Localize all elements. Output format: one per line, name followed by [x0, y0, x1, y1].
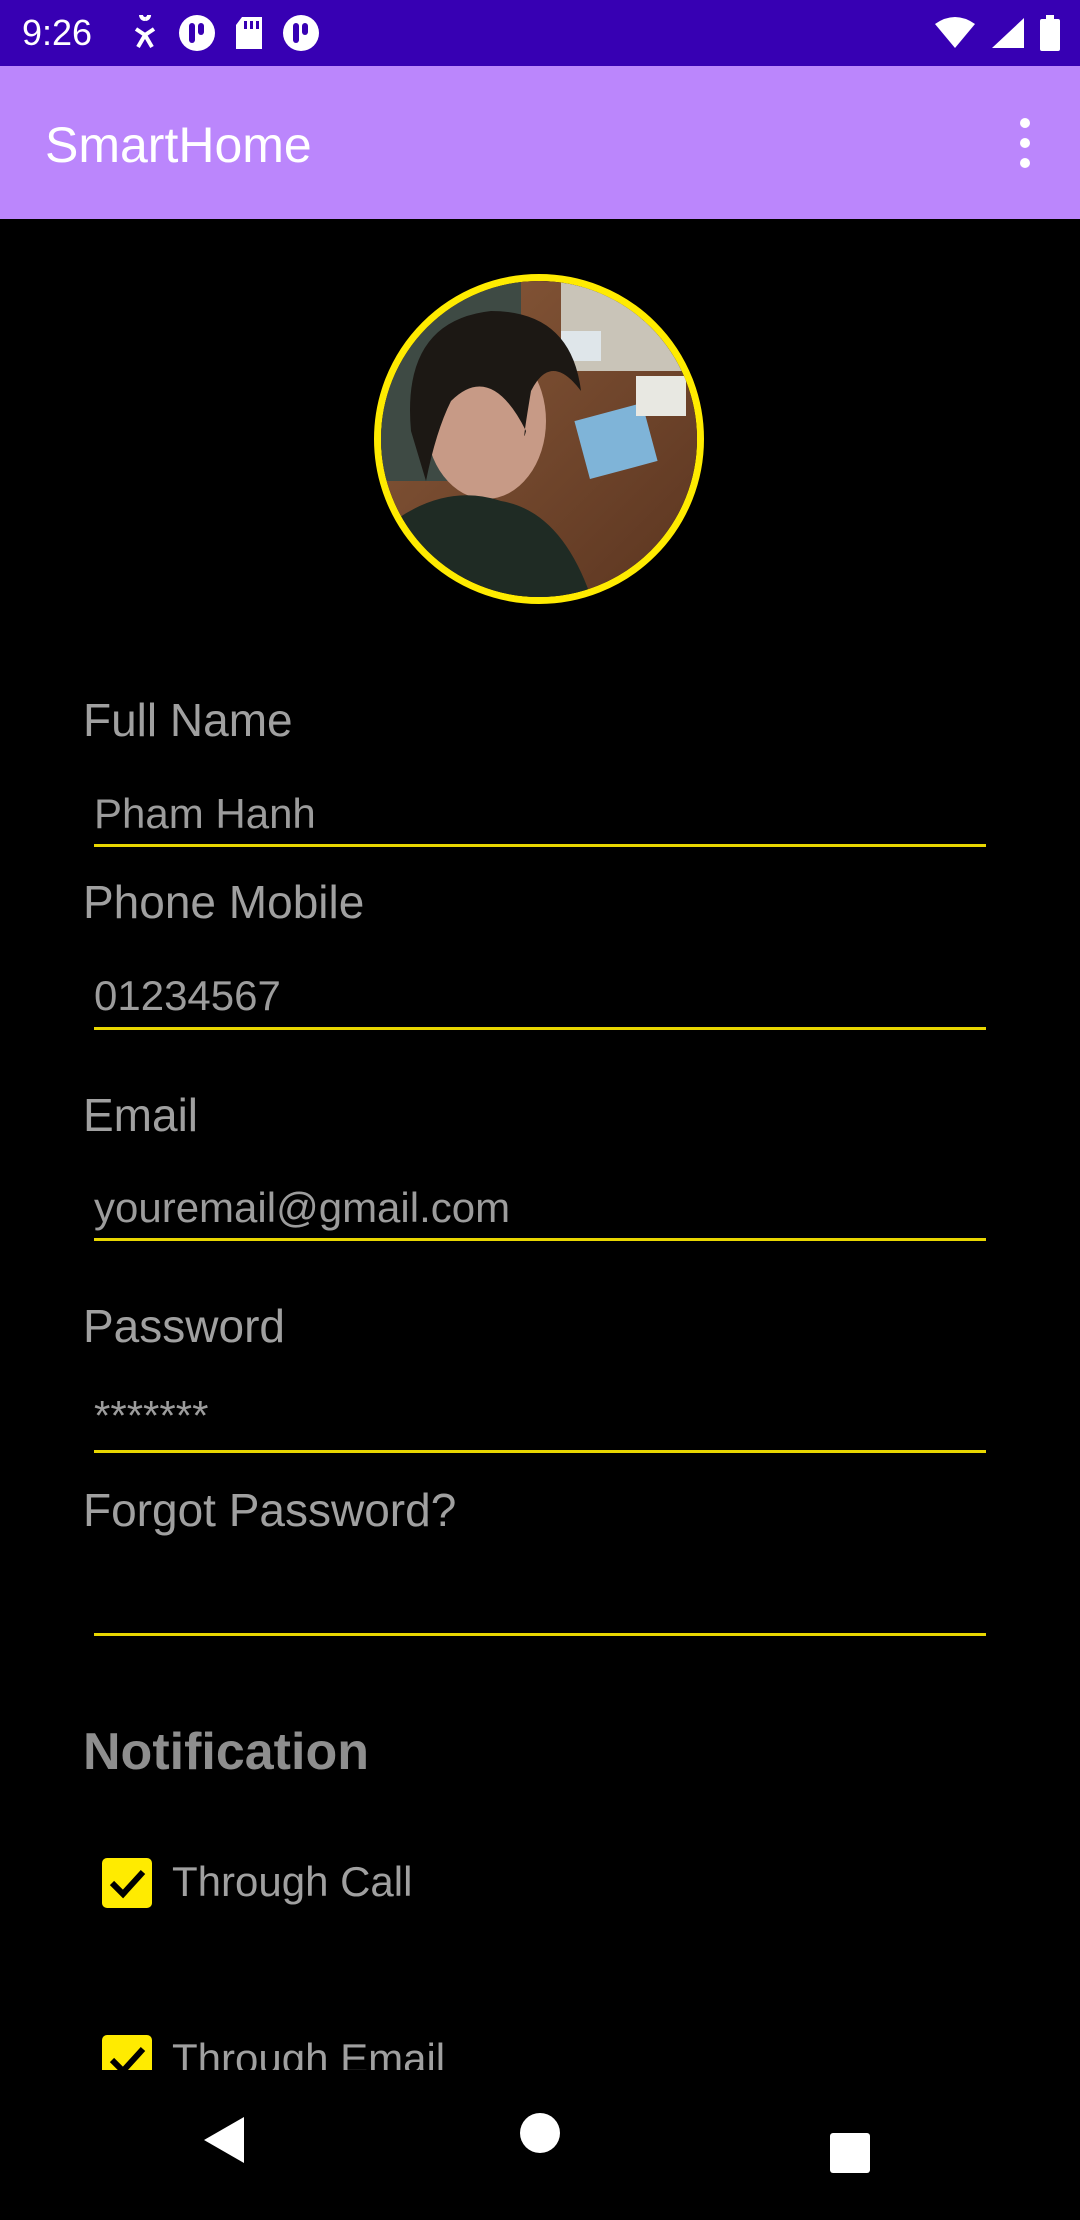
- phone-input[interactable]: 01234567: [94, 972, 281, 1020]
- full-name-label: Full Name: [83, 694, 293, 746]
- status-icons-left: [130, 12, 320, 54]
- more-vert-icon[interactable]: [1010, 118, 1040, 168]
- full-name-input[interactable]: Pham Hanh: [94, 790, 316, 838]
- sd-card-icon: [236, 17, 262, 49]
- status-icons-right: [934, 12, 1060, 54]
- forgot-password-label[interactable]: Forgot Password?: [83, 1483, 456, 1537]
- through-call-checkbox[interactable]: [102, 1858, 152, 1908]
- notification-icon: [179, 15, 215, 51]
- wifi-icon: [935, 17, 975, 48]
- battery-icon: [1040, 15, 1060, 51]
- signal-icon: [992, 18, 1024, 48]
- email-underline: [94, 1238, 986, 1241]
- notification-icon: [283, 15, 319, 51]
- forgot-password-underline: [94, 1633, 986, 1636]
- status-bar: 9:26: [0, 0, 1080, 66]
- password-underline: [94, 1450, 986, 1453]
- navigation-bar: [0, 2070, 1080, 2220]
- app-title: SmartHome: [45, 117, 312, 173]
- password-input[interactable]: *******: [94, 1392, 208, 1440]
- phone-underline: [94, 1027, 986, 1030]
- check-icon: [109, 2046, 146, 2070]
- status-time: 9:26: [22, 12, 93, 53]
- avatar-photo: [381, 281, 697, 597]
- email-input[interactable]: youremail@gmail.com: [94, 1184, 510, 1232]
- email-label: Email: [83, 1089, 199, 1141]
- notification-title: Notification: [83, 1723, 369, 1781]
- accessibility-icon: [134, 15, 156, 49]
- phone-label: Phone Mobile: [83, 876, 365, 928]
- profile-avatar[interactable]: [374, 274, 704, 604]
- through-call-label[interactable]: Through Call: [172, 1858, 412, 1906]
- recents-icon[interactable]: [830, 2133, 870, 2173]
- home-icon[interactable]: [519, 2112, 561, 2154]
- password-label: Password: [83, 1300, 285, 1352]
- scroll-clip: Through Email: [0, 2030, 1080, 2070]
- full-name-underline: [94, 844, 986, 847]
- app-bar: SmartHome: [0, 66, 1080, 219]
- through-email-checkbox[interactable]: [102, 2035, 152, 2070]
- check-icon: [109, 1869, 146, 1899]
- through-email-label[interactable]: Through Email: [172, 2035, 445, 2070]
- back-icon[interactable]: [200, 2115, 248, 2165]
